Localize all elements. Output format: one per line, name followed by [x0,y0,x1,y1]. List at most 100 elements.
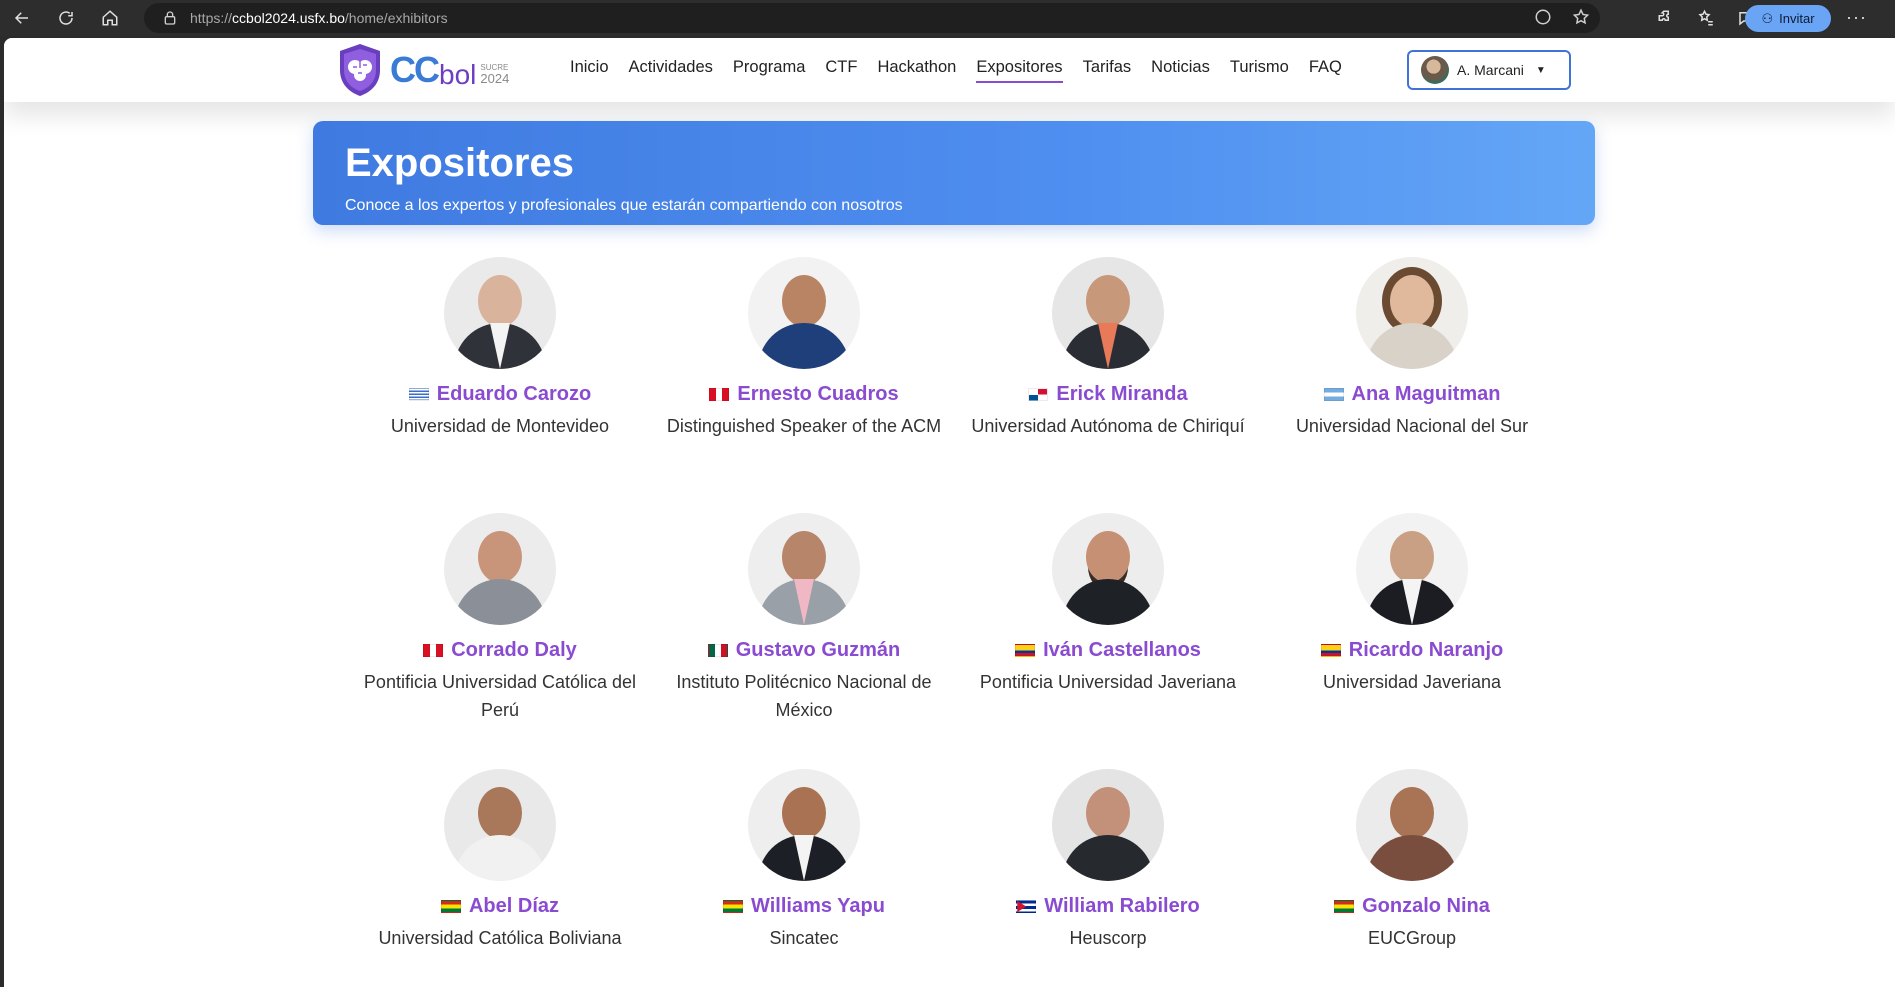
speaker-card[interactable]: Ernesto Cuadros Distinguished Speaker of… [652,257,956,440]
flag-panama-icon [1028,388,1049,401]
speaker-card[interactable]: Iván Castellanos Pontificia Universidad … [956,513,1260,696]
back-arrow-icon [14,12,28,24]
speaker-affiliation: Universidad de Montevideo [390,416,610,436]
speaker-name: Ernesto Cuadros [737,383,899,405]
flag-peru-icon [423,644,444,657]
speaker-affiliation: Universidad Javeriana [1322,672,1502,692]
nav-expositores[interactable]: Expositores [976,58,1063,83]
flag-mexico-icon [707,644,728,657]
speaker-photo [748,513,860,625]
flag-bolivia-icon [723,900,744,913]
speaker-affiliation: Universidad Autónoma de Chiriquí [971,416,1245,436]
speaker-photo [1052,769,1164,881]
nav-programa[interactable]: Programa [733,58,805,77]
logo-cc: CC [390,49,440,90]
speaker-card[interactable]: Erick Miranda Universidad Autónoma de Ch… [956,257,1260,440]
speaker-affiliation: Pontificia Universidad Javeriana [979,672,1237,692]
speaker-photo [748,257,860,369]
nav-hackathon[interactable]: Hackathon [877,58,956,77]
speaker-name: Williams Yapu [751,895,885,917]
speaker-photo [444,257,556,369]
flag-bolivia-icon [440,900,461,913]
main-nav: Inicio Actividades Programa CTF Hackatho… [570,58,1362,83]
speaker-name: Erick Miranda [1056,383,1188,405]
avatar [1421,56,1449,84]
back-button[interactable] [0,0,44,36]
hero-banner: Expositores Conoce a los expertos y prof… [313,121,1595,225]
browser-toolbar: https://ccbol2024.usfx.bo/home/exhibitor… [0,0,1895,36]
user-name: A. Marcani [1457,62,1524,78]
nav-actividades[interactable]: Actividades [629,58,713,77]
speaker-name: Eduardo Carozo [436,383,592,405]
flag-argentina-icon [1323,388,1344,401]
home-button[interactable] [88,0,132,36]
invite-button[interactable]: ⚇ Invitar [1745,5,1831,32]
speaker-photo [444,513,556,625]
speaker-affiliation: Heuscorp [1069,928,1147,948]
speaker-name: Abel Díaz [468,895,560,917]
user-menu-button[interactable]: A. Marcani ▼ [1407,50,1571,90]
speaker-name: Gonzalo Nina [1362,895,1490,917]
favorite-star-icon[interactable] [1572,8,1590,26]
speaker-name: Iván Castellanos [1043,639,1201,661]
nav-turismo[interactable]: Turismo [1230,58,1289,77]
speaker-name: Corrado Daly [451,639,577,661]
speaker-photo [748,769,860,881]
speaker-affiliation: Distinguished Speaker of the ACM [666,416,942,436]
speaker-card[interactable]: Abel Díaz Universidad Católica Boliviana [348,769,652,952]
speaker-photo [1052,257,1164,369]
flag-peru-icon [709,388,730,401]
reload-icon [59,11,73,25]
speaker-photo [1356,769,1468,881]
speaker-affiliation: Universidad Católica Boliviana [378,928,622,948]
caret-down-icon: ▼ [1535,64,1546,76]
people-icon: ⚇ [1761,10,1774,26]
home-icon [102,10,118,26]
speaker-affiliation: Pontificia Universidad Católica del Perú [363,672,637,720]
favorites-icon[interactable] [1697,9,1715,27]
more-menu-icon[interactable]: ··· [1846,7,1867,28]
speaker-name: William Rabilero [1044,895,1200,917]
flag-cuba-icon [1016,900,1037,913]
address-bar[interactable]: https://ccbol2024.usfx.bo/home/exhibitor… [144,3,1600,33]
flag-colombia-icon [1320,644,1341,657]
speaker-card[interactable]: Eduardo Carozo Universidad de Montevideo [348,257,652,440]
reload-button[interactable] [44,0,88,36]
page-subtitle: Conoce a los expertos y profesionales qu… [345,197,903,214]
lock-icon [164,11,176,25]
speaker-affiliation: Sincatec [769,928,839,948]
speaker-affiliation: EUCGroup [1367,928,1457,948]
speaker-photo [1052,513,1164,625]
page-viewport: CC bol SUCRE 2024 Inicio Actividades Pro… [4,38,1895,987]
speaker-card[interactable]: Williams Yapu Sincatec [652,769,956,952]
logo-year: 2024 [480,71,510,86]
url-text: https://ccbol2024.usfx.bo/home/exhibitor… [190,10,448,26]
nav-inicio[interactable]: Inicio [570,58,609,77]
logo-bol: bol [439,59,477,90]
speaker-card[interactable]: Gonzalo Nina EUCGroup [1260,769,1564,952]
nav-tarifas[interactable]: Tarifas [1083,58,1132,77]
speaker-card[interactable]: Ana Maguitman Universidad Nacional del S… [1260,257,1564,440]
speaker-affiliation: Universidad Nacional del Sur [1295,416,1529,436]
reader-mode-icon[interactable] [1534,8,1552,26]
speaker-photo [1356,513,1468,625]
speaker-affiliation: Instituto Politécnico Nacional de México [676,672,932,720]
nav-noticias[interactable]: Noticias [1151,58,1210,77]
nav-ctf[interactable]: CTF [825,58,857,77]
extensions-icon[interactable] [1657,9,1675,27]
speaker-card[interactable]: William Rabilero Heuscorp [956,769,1260,952]
nav-faq[interactable]: FAQ [1309,58,1342,77]
flag-bolivia-icon [1334,900,1355,913]
brain-shield-icon [340,44,380,96]
flag-uruguay-icon [408,388,429,401]
speaker-name: Gustavo Guzmán [735,639,901,661]
flag-colombia-icon [1015,644,1036,657]
page-title: Expositores [345,141,574,185]
speaker-card[interactable]: Corrado Daly Pontificia Universidad Cató… [348,513,652,724]
speaker-card[interactable]: Gustavo Guzmán Instituto Politécnico Nac… [652,513,956,724]
speaker-name: Ana Maguitman [1351,383,1501,405]
speaker-name: Ricardo Naranjo [1348,639,1504,661]
speaker-photo [1356,257,1468,369]
speaker-card[interactable]: Ricardo Naranjo Universidad Javeriana [1260,513,1564,696]
site-logo[interactable]: CC bol SUCRE 2024 [336,42,509,98]
